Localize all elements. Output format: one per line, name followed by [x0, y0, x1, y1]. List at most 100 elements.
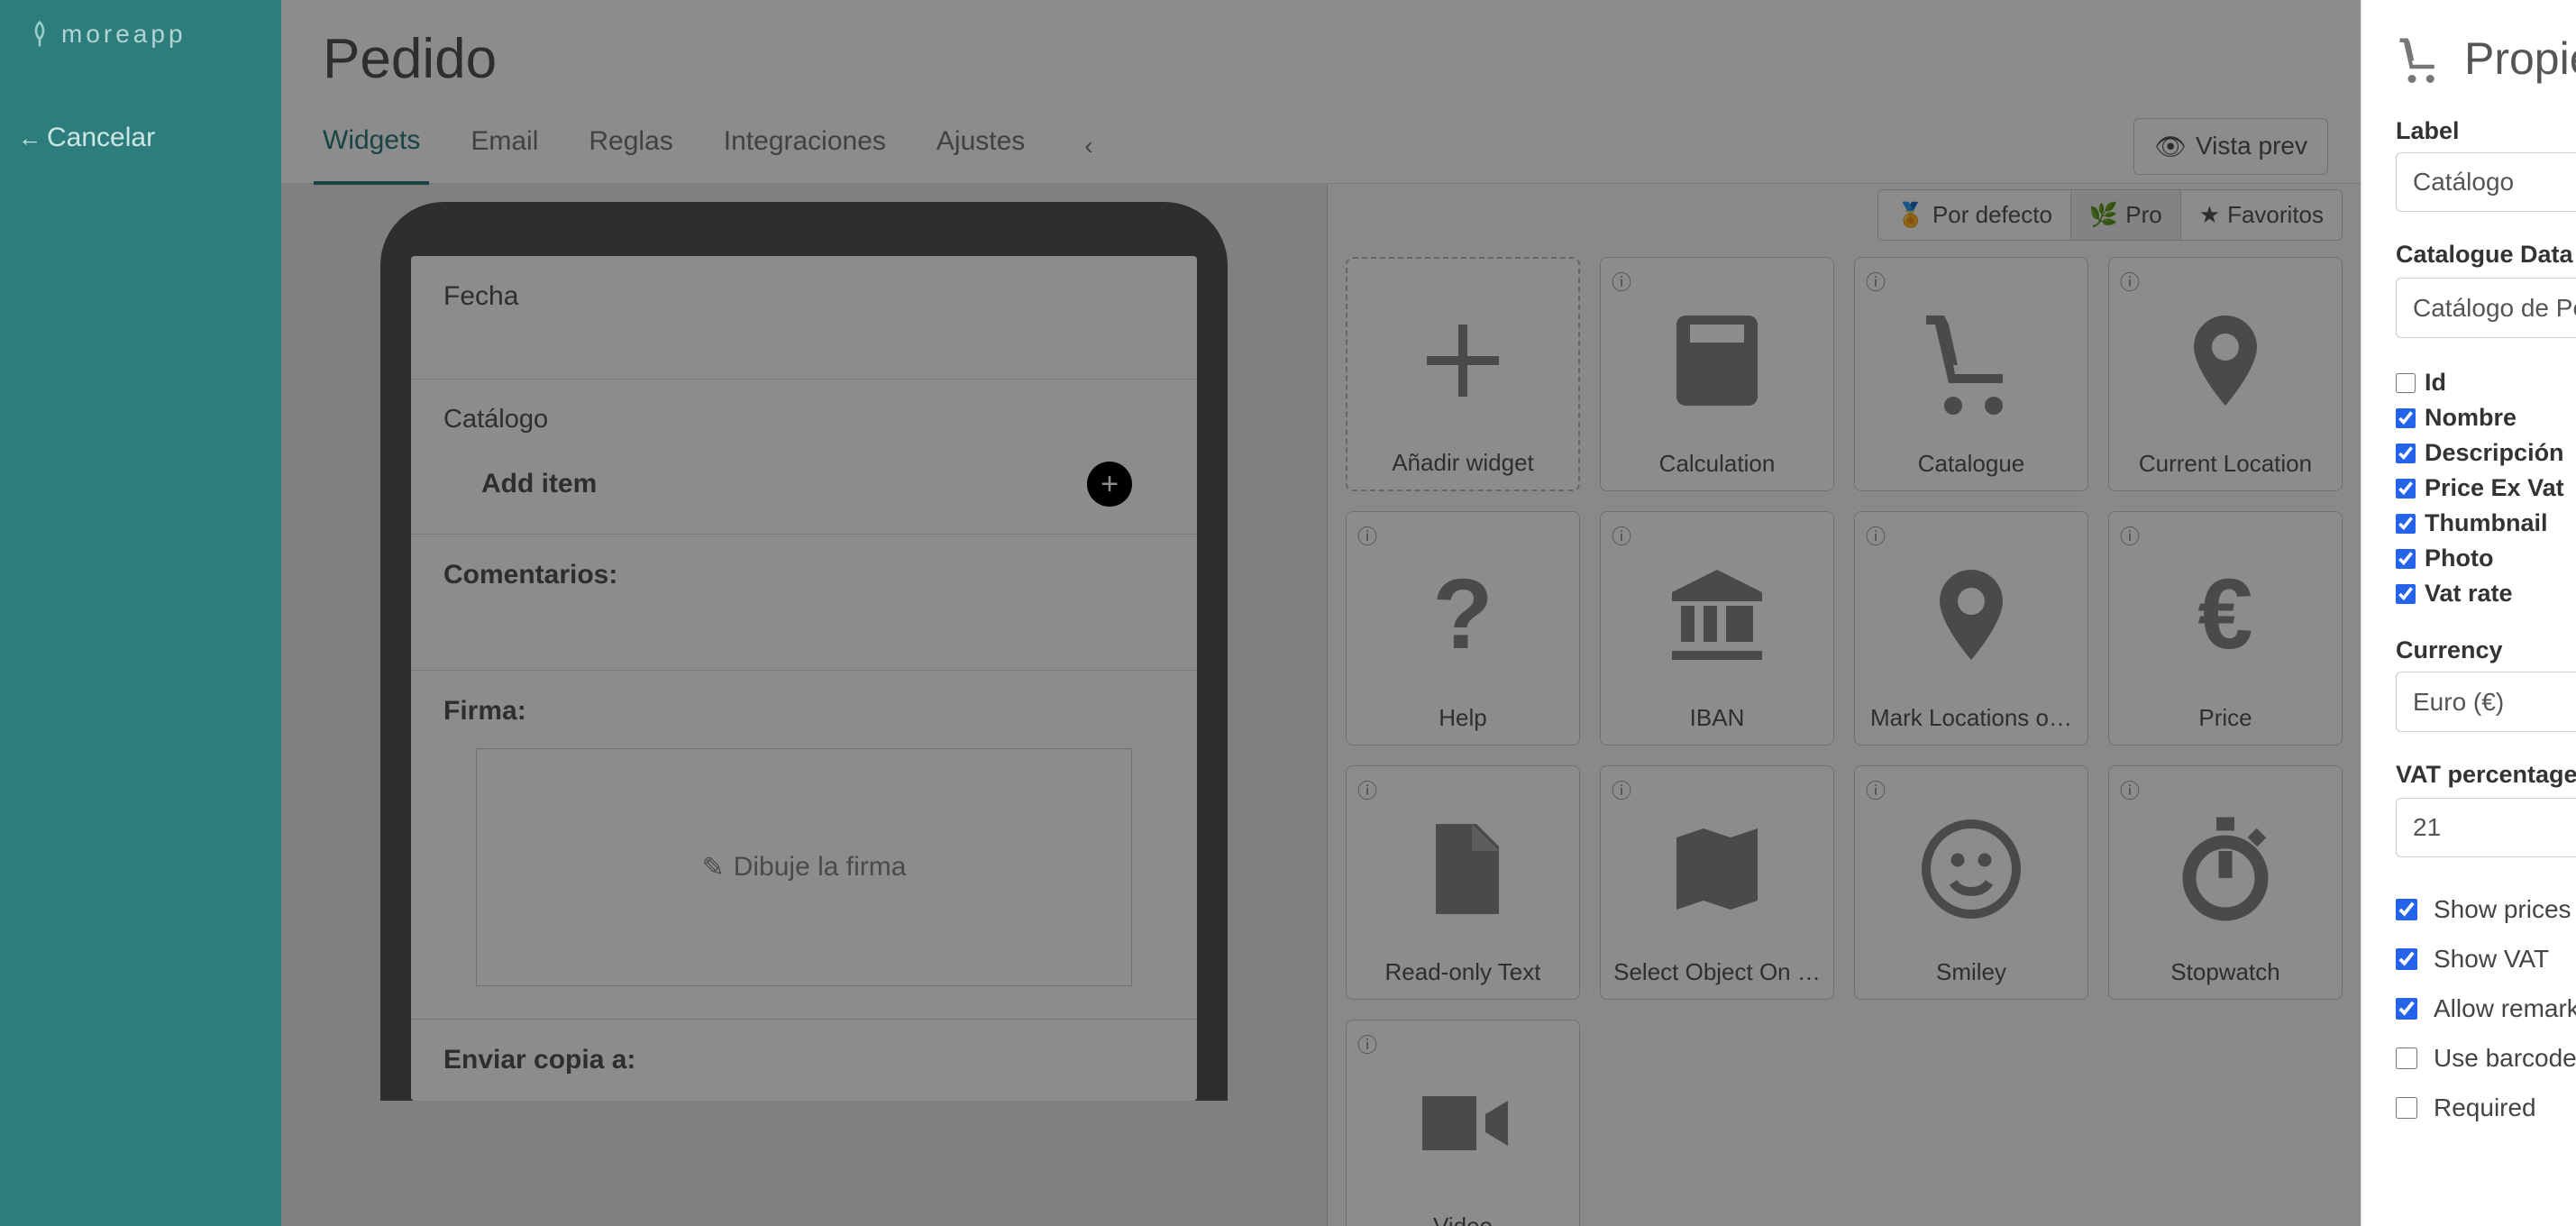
- info-icon[interactable]: ⓘ: [1612, 267, 1631, 296]
- info-icon[interactable]: ⓘ: [2120, 267, 2140, 296]
- col-id[interactable]: Id: [2396, 365, 2576, 400]
- col-desc-label: Descripción: [2425, 439, 2564, 467]
- col-desc-checkbox[interactable]: [2396, 444, 2416, 463]
- opt-allow-remarks[interactable]: Allow remarksⓘ: [2396, 984, 2576, 1033]
- col-name-checkbox[interactable]: [2396, 408, 2416, 428]
- currency-select[interactable]: Euro (€) ▾: [2396, 672, 2576, 732]
- col-price-ex-checkbox[interactable]: [2396, 479, 2416, 499]
- widget-smiley[interactable]: ⓘ Smiley: [1854, 765, 2088, 1000]
- add-item-row[interactable]: Add item +: [443, 435, 1165, 534]
- widget-add-label: Añadir widget: [1392, 449, 1534, 477]
- tab-email[interactable]: Email: [461, 110, 547, 182]
- info-icon[interactable]: ⓘ: [1866, 521, 1886, 550]
- widget-add[interactable]: Añadir widget: [1346, 257, 1580, 491]
- filter-default[interactable]: 🏅Por defecto: [1877, 189, 2071, 241]
- widget-video-label: Video: [1433, 1212, 1493, 1226]
- datasource-select[interactable]: Catálogo de Pedidos ▾: [2396, 278, 2576, 338]
- page-title: Pedido: [281, 0, 2361, 109]
- panel-title: Propiedades: [2396, 32, 2576, 85]
- field-catalog[interactable]: Catálogo Add item +: [411, 380, 1197, 535]
- label-input[interactable]: Catálogo ▦: [2396, 152, 2576, 212]
- pin-icon: [1917, 525, 2025, 704]
- col-price-ex[interactable]: Price Ex Vat: [2396, 471, 2576, 506]
- widget-calculation[interactable]: ⓘ Calculation: [1600, 257, 1834, 491]
- widget-stopwatch-label: Stopwatch: [2170, 958, 2279, 986]
- opt-show-prices[interactable]: Show pricesⓘ: [2396, 884, 2576, 934]
- info-icon[interactable]: ⓘ: [1357, 775, 1377, 804]
- col-desc[interactable]: Descripción: [2396, 435, 2576, 471]
- form-preview-col: Fecha Catálogo Add item + Comentarios:: [281, 184, 1327, 1226]
- col-vatrate[interactable]: Vat rate: [2396, 576, 2576, 611]
- opt-barcode[interactable]: Use barcode scannerⓘ: [2396, 1033, 2576, 1083]
- col-id-checkbox[interactable]: [2396, 373, 2416, 393]
- opt-allow-remarks-checkbox[interactable]: [2396, 998, 2417, 1020]
- info-icon[interactable]: ⓘ: [2120, 521, 2140, 550]
- widget-catalogue[interactable]: ⓘ Catalogue: [1854, 257, 2088, 491]
- info-icon[interactable]: ⓘ: [1612, 521, 1631, 550]
- filter-favorites[interactable]: ★Favoritos: [2181, 189, 2343, 241]
- opt-allow-remarks-label: Allow remarks: [2434, 994, 2576, 1023]
- label-label: Label: [2396, 117, 2576, 145]
- tab-rules[interactable]: Reglas: [580, 110, 681, 182]
- info-icon[interactable]: ⓘ: [2120, 775, 2140, 804]
- widget-mark-locations[interactable]: ⓘ Mark Locations o…: [1854, 511, 2088, 746]
- widget-iban[interactable]: ⓘ IBAN: [1600, 511, 1834, 746]
- col-name[interactable]: Nombre: [2396, 400, 2576, 435]
- chevron-left-icon[interactable]: ‹: [1084, 132, 1092, 160]
- opt-required[interactable]: Requiredⓘ: [2396, 1083, 2576, 1132]
- signature-box[interactable]: ✎ Dibuje la firma: [476, 748, 1132, 986]
- col-thumb[interactable]: Thumbnail: [2396, 506, 2576, 541]
- widget-help[interactable]: ⓘ ? Help: [1346, 511, 1580, 746]
- pin-icon: [2171, 270, 2279, 450]
- field-signature[interactable]: Firma: ✎ Dibuje la firma: [411, 671, 1197, 1020]
- info-icon[interactable]: ⓘ: [1612, 775, 1631, 804]
- widget-calculation-label: Calculation: [1659, 450, 1776, 478]
- field-signature-label: Firma:: [443, 696, 1165, 727]
- filter-pro[interactable]: 🌿Pro: [2071, 189, 2181, 241]
- preview-label: Vista prev: [2196, 132, 2307, 160]
- leaf-icon: 🌿: [2089, 201, 2118, 229]
- widget-video[interactable]: ⓘ Video: [1346, 1020, 1580, 1226]
- filter-pro-label: Pro: [2125, 201, 2161, 229]
- widget-select-object[interactable]: ⓘ Select Object On …: [1600, 765, 1834, 1000]
- field-date-label: Fecha: [443, 281, 1165, 312]
- widgets-palette: 🏅Por defecto 🌿Pro ★Favoritos Añadir widg…: [1327, 184, 2361, 1226]
- filter-row: 🏅Por defecto 🌿Pro ★Favoritos: [1346, 184, 2343, 257]
- plus-circle-icon[interactable]: +: [1087, 462, 1132, 507]
- device-screen: Fecha Catálogo Add item + Comentarios:: [411, 256, 1197, 1101]
- info-icon[interactable]: ⓘ: [1866, 267, 1886, 296]
- datasource-value: Catálogo de Pedidos: [2413, 294, 2576, 323]
- col-name-label: Nombre: [2425, 404, 2517, 432]
- info-icon[interactable]: ⓘ: [1357, 521, 1377, 550]
- opt-show-prices-label: Show prices: [2434, 895, 2571, 924]
- euro-icon: €: [2197, 525, 2252, 704]
- col-photo[interactable]: Photo: [2396, 541, 2576, 576]
- col-thumb-label: Thumbnail: [2425, 509, 2548, 537]
- field-comments[interactable]: Comentarios:: [411, 535, 1197, 671]
- datasource-label: Catalogue Data Source ⓘ: [2396, 239, 2576, 270]
- opt-show-vat[interactable]: Show VATⓘ: [2396, 934, 2576, 984]
- col-vatrate-checkbox[interactable]: [2396, 584, 2416, 604]
- widget-price[interactable]: ⓘ € Price: [2108, 511, 2343, 746]
- opt-show-vat-checkbox[interactable]: [2396, 948, 2417, 970]
- opt-required-checkbox[interactable]: [2396, 1097, 2417, 1119]
- col-photo-checkbox[interactable]: [2396, 549, 2416, 569]
- col-thumb-checkbox[interactable]: [2396, 514, 2416, 534]
- preview-button[interactable]: 👁 Vista prev: [2133, 118, 2328, 175]
- cancel-button[interactable]: ← Cancelar: [0, 69, 281, 207]
- widget-stopwatch[interactable]: ⓘ Stopwatch: [2108, 765, 2343, 1000]
- tab-widgets[interactable]: Widgets: [314, 109, 429, 185]
- info-icon[interactable]: ⓘ: [1866, 775, 1886, 804]
- field-send-copy[interactable]: Enviar copia a:: [411, 1020, 1197, 1101]
- field-date[interactable]: Fecha: [411, 256, 1197, 380]
- tab-integrations[interactable]: Integraciones: [715, 110, 895, 182]
- info-icon[interactable]: ⓘ: [1357, 1029, 1377, 1058]
- tab-settings[interactable]: Ajustes: [927, 110, 1034, 182]
- widget-current-location[interactable]: ⓘ Current Location: [2108, 257, 2343, 491]
- vat-input[interactable]: 21: [2396, 798, 2576, 857]
- gauge-icon: 🏅: [1896, 201, 1925, 229]
- opt-barcode-checkbox[interactable]: [2396, 1048, 2417, 1069]
- widget-readonly[interactable]: ⓘ Read-only Text: [1346, 765, 1580, 1000]
- opt-show-prices-checkbox[interactable]: [2396, 899, 2417, 920]
- widget-smiley-label: Smiley: [1936, 958, 2006, 986]
